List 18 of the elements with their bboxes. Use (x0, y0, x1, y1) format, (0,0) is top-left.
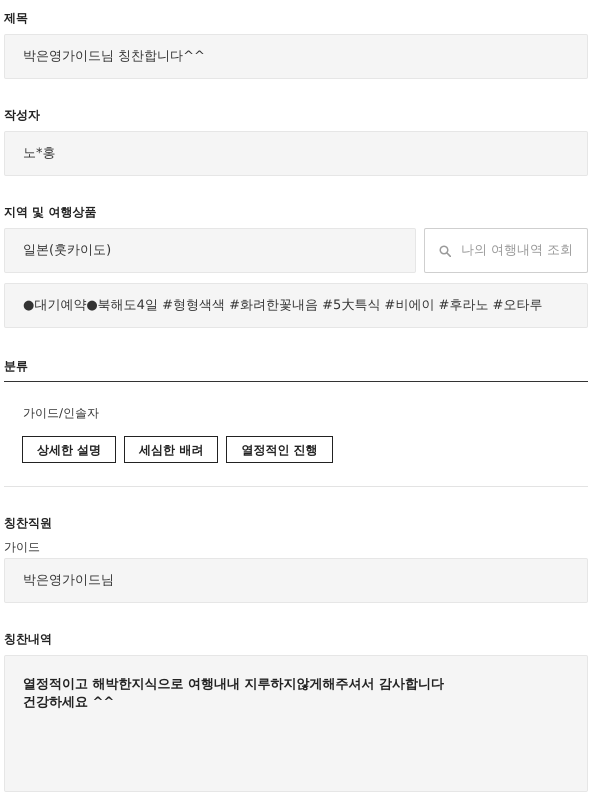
category-group-label: 가이드/인솔자 (23, 405, 100, 422)
content-label: 칭찬내역 (4, 631, 53, 648)
keyword-tag: 상세한 설명 (22, 436, 116, 463)
region-field[interactable]: 일본(훗카이도) (4, 228, 416, 273)
author-field[interactable]: 노*홍 (4, 131, 588, 176)
product-field[interactable]: ●대기예약●북해도4일 #형형색색 #화려한꽃내음 #5大특식 #비에이 #후라노 #오타루 (4, 283, 588, 328)
region-product-label: 지역 및 여행상품 (4, 204, 98, 221)
keyword-tag: 열정적인 진행 (226, 436, 333, 463)
message-field[interactable]: 열정적이고 해박한지식으로 여행내내 지루하지않게해주셔서 감사합니다 건강하세요 ^^ (4, 655, 588, 792)
category-heading: 분류 (4, 357, 588, 382)
title-field[interactable]: 박은영가이드님 칭찬합니다^^ (4, 34, 588, 79)
role-label: 가이드 (4, 539, 41, 555)
title-label: 제목 (4, 10, 29, 27)
staff-label: 칭찬직원 (4, 515, 53, 532)
search-icon (438, 244, 451, 256)
keyword-tag: 세심한 배려 (124, 436, 218, 463)
author-label: 작성자 (4, 107, 41, 124)
staff-field[interactable]: 박은영가이드님 (4, 558, 588, 603)
